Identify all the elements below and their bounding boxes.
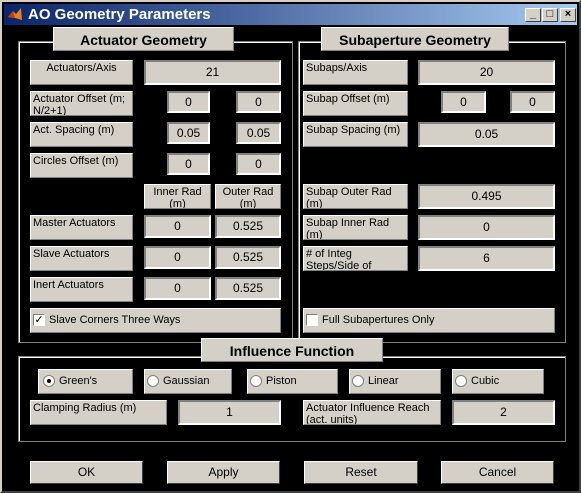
ok-button[interactable]: OK [30,461,143,484]
circles-offset-label: Circles Offset (m) [30,153,133,178]
circles-offset-x-field[interactable]: 0 [167,153,210,175]
subap-offset-y-label: y: [488,92,497,104]
subaps-axis-field[interactable]: 20 [418,60,555,85]
radio-cubic[interactable]: Cubic [452,369,544,394]
title-bar[interactable]: AO Geometry Parameters _ □ × [4,4,577,25]
actuator-offset-x-label: x: [145,92,154,104]
radio-linear[interactable]: Linear [349,369,441,394]
circles-offset-x-label: x: [145,154,154,166]
apply-button[interactable]: Apply [167,461,280,484]
actuator-offset-x-field[interactable]: 0 [167,91,210,113]
subap-inner-rad-field[interactable]: 0 [418,215,555,240]
inert-actuators-label: Inert Actuators [30,277,133,302]
linear-label: Linear [368,375,399,387]
actuators-axis-field[interactable]: 21 [144,60,281,85]
outer-rad-header: Outer Rad (m) [215,184,281,209]
actuator-offset-y-field[interactable]: 0 [236,91,281,113]
influence-reach-label: Actuator Influence Reach (act. units) [303,400,441,425]
piston-label: Piston [266,375,297,387]
cancel-button[interactable]: Cancel [441,461,554,484]
full-subapertures-checkbox[interactable] [306,314,318,326]
greens-function-label: Green's Functio [59,375,98,387]
inner-rad-header: Inner Rad (m) [144,184,211,209]
subap-offset-y-field[interactable]: 0 [510,91,555,113]
influence-reach-field[interactable]: 2 [452,400,555,425]
actuators-axis-label: Actuators/Axis [30,60,133,85]
subap-spacing-field[interactable]: 0.05 [418,122,555,147]
slave-actuators-label: Slave Actuators [30,246,133,271]
maximize-button[interactable]: □ [542,8,558,22]
radio-piston-button[interactable] [250,375,262,387]
clamping-radius-field[interactable]: 1 [178,400,281,425]
master-actuators-label: Master Actuators [30,215,133,240]
act-spacing-x-label: x: [145,123,154,135]
gaussian-label: Gaussian [163,375,210,387]
actuator-offset-label: Actuator Offset (m; N/2+1) [30,91,133,116]
slave-outer-field[interactable]: 0.525 [215,246,281,269]
act-spacing-y-field[interactable]: 0.05 [236,122,281,144]
master-outer-field[interactable]: 0.525 [215,215,281,238]
slave-corners-checkbox[interactable]: ✓ [33,314,45,326]
clamping-radius-label: Clamping Radius (m) [30,400,167,425]
subaperture-geometry-title: Subaperture Geometry [321,27,509,51]
act-spacing-label: Act. Spacing (m) [30,122,133,147]
influence-function-title: Influence Function [201,338,383,362]
subap-spacing-label: Subap Spacing (m) [303,122,408,147]
act-spacing-x-field[interactable]: 0.05 [167,122,210,144]
subap-offset-x-field[interactable]: 0 [441,91,486,113]
matlab-icon [8,8,22,20]
full-subapertures-checkbox-row[interactable]: Full Subapertures Only [303,308,555,333]
subap-offset-x-label: x: [418,92,427,104]
reset-button[interactable]: Reset [304,461,418,484]
slave-inner-field[interactable]: 0 [144,246,211,269]
radio-cubic-button[interactable] [455,375,467,387]
close-button[interactable]: × [560,8,576,22]
circles-offset-y-label: y: [214,154,223,166]
subap-outer-rad-label: Subap Outer Rad (m) [303,184,408,209]
subap-offset-label: Subap Offset (m) [303,91,408,116]
radio-linear-button[interactable] [352,375,364,387]
minimize-button[interactable]: _ [525,8,541,22]
integ-steps-label: # of Integ Steps/Side of SubAp [303,246,408,271]
master-inner-field[interactable]: 0 [144,215,211,238]
slave-corners-checkbox-row[interactable]: ✓ Slave Corners Three Ways [30,308,281,333]
subap-outer-rad-field[interactable]: 0.495 [418,184,555,209]
radio-greens-function[interactable]: Green's Functio [38,369,133,394]
subaps-axis-label: Subaps/Axis [303,60,408,85]
inert-inner-field[interactable]: 0 [144,277,211,300]
window-title: AO Geometry Parameters [28,6,211,23]
subap-inner-rad-label: Subap Inner Rad (m) [303,215,408,240]
act-spacing-y-label: y: [214,123,223,135]
radio-gaussian[interactable]: Gaussian [144,369,232,394]
full-subapertures-label: Full Subapertures Only [322,314,435,326]
actuator-offset-y-label: y: [214,92,223,104]
radio-gaussian-button[interactable] [147,375,159,387]
integ-steps-field[interactable]: 6 [418,246,555,271]
inert-outer-field[interactable]: 0.525 [215,277,281,300]
radio-piston[interactable]: Piston [247,369,338,394]
ao-geometry-window: AO Geometry Parameters _ □ × Actuator Ge… [0,0,581,493]
cubic-label: Cubic [471,375,500,387]
radio-greens-button[interactable] [43,375,55,387]
slave-corners-label: Slave Corners Three Ways [49,314,181,326]
circles-offset-y-field[interactable]: 0 [236,153,281,175]
actuator-geometry-title: Actuator Geometry [53,27,234,51]
